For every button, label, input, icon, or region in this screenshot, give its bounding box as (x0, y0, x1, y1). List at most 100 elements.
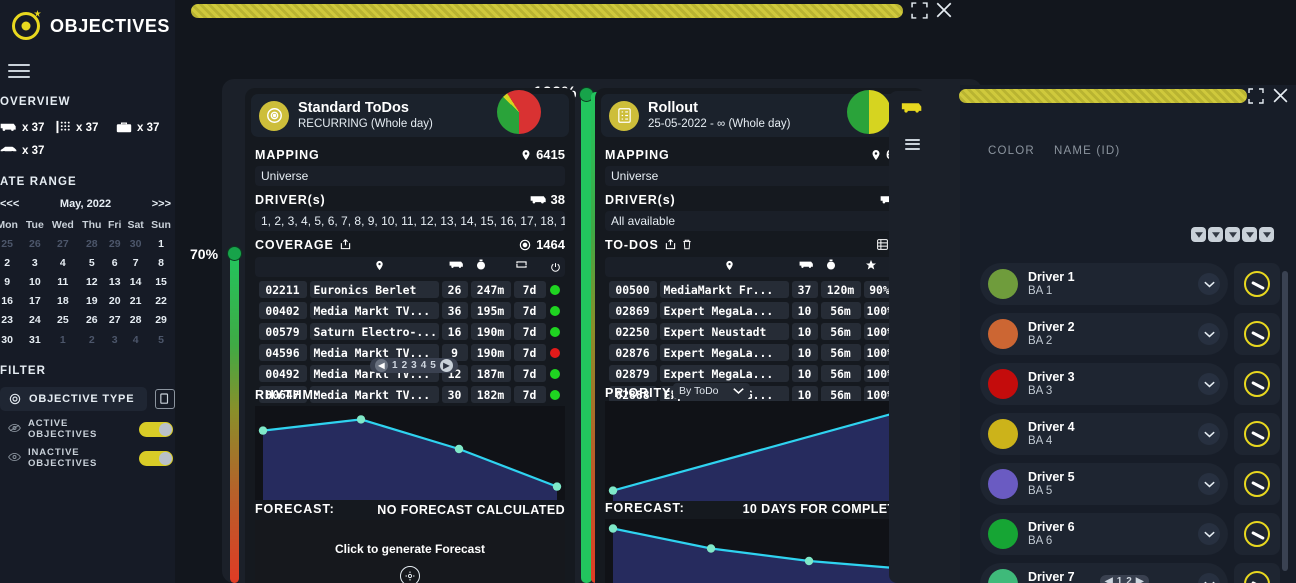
filter-inactive-toggle[interactable] (139, 450, 173, 466)
driver-main[interactable]: Driver 3 BA 3 (980, 363, 1228, 405)
driver-list-pager[interactable]: ◀ 1 2 ▶ (1100, 575, 1149, 583)
export-icon[interactable] (665, 239, 676, 250)
calendar-day[interactable]: 2 (78, 330, 105, 349)
calendar-day[interactable]: 11 (47, 272, 78, 291)
card1-gauge-knob[interactable] (227, 246, 242, 261)
calendar-day[interactable]: 3 (105, 330, 124, 349)
card2-forecast-chart[interactable] (605, 519, 915, 583)
calendar-day[interactable]: 9 (0, 272, 22, 291)
calendar-day[interactable]: 29 (105, 234, 124, 253)
calendar-day[interactable]: 17 (22, 292, 47, 311)
driver-main[interactable]: Driver 4 BA 4 (980, 413, 1228, 455)
calendar-day[interactable]: 26 (22, 234, 47, 253)
table-row[interactable]: 02876 Expert MegaLa... 10 56m 100% (605, 342, 915, 363)
calendar-day[interactable]: 19 (78, 292, 105, 311)
priority-select[interactable]: By ToDo (673, 383, 750, 399)
copy-icon[interactable] (155, 389, 175, 410)
overview-item-briefcase[interactable]: x 37 (116, 120, 164, 136)
calendar-day[interactable]: 26 (78, 311, 105, 330)
chevron-down-icon[interactable] (1198, 573, 1220, 583)
filter-active-toggle[interactable] (139, 421, 173, 437)
driver-gauge-button[interactable] (1234, 313, 1280, 355)
card1-mapping-value[interactable]: Universe (255, 166, 565, 187)
calendar-day[interactable]: 6 (105, 253, 124, 272)
overview-item-van[interactable]: x 37 (0, 120, 48, 136)
card2-drivers-value[interactable]: All available (605, 211, 915, 232)
card1-forecast-box[interactable]: Click to generate Forecast (255, 520, 565, 583)
van-icon[interactable] (901, 100, 923, 120)
chevron-down-icon[interactable] (1242, 227, 1257, 242)
card1-drivers-value[interactable]: 1, 2, 3, 4, 5, 6, 7, 8, 9, 10, 11, 12, 1… (255, 211, 565, 232)
calendar-day[interactable]: 18 (47, 292, 78, 311)
driver-row[interactable]: Driver 4 BA 4 (980, 413, 1280, 455)
close-icon[interactable] (1272, 87, 1289, 109)
driver-row[interactable]: Driver 1 BA 1 (980, 263, 1280, 305)
calendar-day[interactable]: 13 (105, 272, 124, 291)
table-row[interactable]: 02879 Expert MegaLa... 10 56m 100% (605, 363, 915, 384)
driver-main[interactable]: Driver 6 BA 6 (980, 513, 1228, 555)
chevron-down-icon[interactable] (1259, 227, 1274, 242)
calendar-grid[interactable]: Mon Tue Wed Thu Fri Sat Sun 25 26 27 28 29 30 1 2 3 4 5 6… (0, 216, 175, 349)
driver-gauge-button[interactable] (1234, 413, 1280, 455)
calendar-day[interactable]: 23 (0, 311, 22, 330)
calendar-day[interactable]: 4 (47, 253, 78, 272)
calendar-day[interactable]: 22 (147, 292, 175, 311)
driver-color-swatch[interactable] (988, 269, 1018, 299)
calendar-day[interactable]: 30 (0, 330, 22, 349)
driver-gauge-button[interactable] (1234, 463, 1280, 505)
expand-icon[interactable] (911, 2, 928, 24)
calendar-day[interactable]: 24 (22, 311, 47, 330)
pager-next[interactable]: ▶ (1136, 576, 1144, 583)
chevron-down-icon[interactable] (1198, 273, 1220, 295)
chevron-down-icon[interactable] (1198, 373, 1220, 395)
calendar-day[interactable]: 4 (124, 330, 147, 349)
driver-main[interactable]: Driver 5 BA 5 (980, 463, 1228, 505)
calendar-day[interactable]: 20 (105, 292, 124, 311)
table-row[interactable]: 02869 Expert MegaLa... 10 56m 100% (605, 300, 915, 321)
hamburger-icon[interactable] (8, 64, 30, 78)
calendar-day[interactable]: 14 (124, 272, 147, 291)
calendar-day[interactable]: 5 (78, 253, 105, 272)
calendar-day[interactable]: 1 (47, 330, 78, 349)
pager-prev[interactable]: ◀ (375, 359, 388, 372)
chevron-down-icon[interactable] (1225, 227, 1240, 242)
card2-side-tab[interactable] (889, 91, 951, 583)
objective-card-standard-todos[interactable]: Standard ToDos RECURRING (Whole day) MAP… (245, 88, 575, 583)
calendar-day[interactable]: 1 (147, 234, 175, 253)
pager-page[interactable]: 2 (402, 360, 408, 371)
sort-carets[interactable] (1191, 227, 1274, 242)
driver-gauge-button[interactable] (1234, 263, 1280, 305)
chevron-down-icon[interactable] (1191, 227, 1206, 242)
pager-page[interactable]: 4 (421, 360, 427, 371)
calendar-last-button[interactable]: >> (158, 198, 171, 210)
chevron-down-icon[interactable] (1198, 323, 1220, 345)
pager-next[interactable]: ▶ (439, 359, 453, 372)
filter-active-objectives[interactable]: ACTIVE OBJECTIVES (0, 411, 175, 440)
table-row[interactable]: 02250 Expert Neustadt 10 56m 100% (605, 321, 915, 342)
driver-color-swatch[interactable] (988, 319, 1018, 349)
pager-page[interactable]: 2 (1126, 576, 1132, 583)
trash-icon[interactable] (682, 239, 692, 250)
driver-panel-progress-bar[interactable] (959, 89, 1247, 103)
calendar-day[interactable]: 25 (47, 311, 78, 330)
driver-row[interactable]: Driver 3 BA 3 (980, 363, 1280, 405)
driver-gauge-button[interactable] (1234, 363, 1280, 405)
pager-page[interactable]: 1 (1117, 576, 1123, 583)
calendar-day[interactable]: 30 (124, 234, 147, 253)
close-icon[interactable] (935, 1, 953, 24)
overview-item-car[interactable]: x 37 (0, 144, 48, 158)
table-row[interactable]: 00500 MediaMarkt Fr... 37 120m 90% (605, 279, 915, 300)
driver-main[interactable]: Driver 2 BA 2 (980, 313, 1228, 355)
driver-row[interactable]: Driver 5 BA 5 (980, 463, 1280, 505)
calendar-day[interactable]: 31 (22, 330, 47, 349)
driver-main[interactable]: Driver 1 BA 1 (980, 263, 1228, 305)
filter-inactive-objectives[interactable]: INACTIVE OBJECTIVES (0, 440, 175, 469)
hamburger-icon[interactable] (905, 136, 920, 152)
chevron-down-icon[interactable] (1198, 423, 1220, 445)
pager-page[interactable]: 5 (430, 360, 436, 371)
chevron-down-icon[interactable] (1208, 227, 1223, 242)
driver-color-swatch[interactable] (988, 519, 1018, 549)
calendar-day[interactable]: 3 (22, 253, 47, 272)
driver-row[interactable]: Driver 2 BA 2 (980, 313, 1280, 355)
export-icon[interactable] (340, 239, 351, 250)
